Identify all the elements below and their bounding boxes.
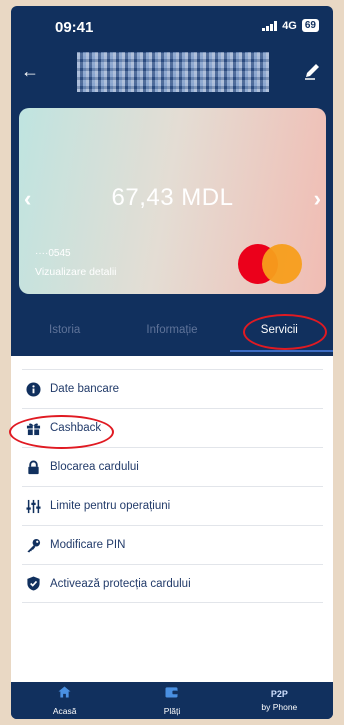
- status-time: 09:41: [55, 19, 94, 36]
- tab-informatie[interactable]: Informație: [118, 312, 225, 356]
- service-date-bancare[interactable]: Date bancare: [22, 369, 323, 408]
- service-label: Activează protecția cardului: [50, 577, 191, 590]
- nav-plati[interactable]: Plăți: [118, 682, 225, 719]
- nav-label: Acasă: [52, 706, 77, 716]
- services-list: Date bancare Cashback Blocarea cardului …: [11, 356, 333, 682]
- status-bar: 09:41 4G 69: [11, 6, 333, 46]
- lock-icon: [25, 459, 41, 475]
- service-label: Blocarea cardului: [50, 461, 139, 473]
- service-label: Modificare PIN: [50, 539, 126, 551]
- nav-acasa[interactable]: Acasă: [11, 682, 118, 719]
- signal-icon: [262, 20, 278, 31]
- bottom-nav: Acasă Plăți P2P by Phone: [11, 682, 333, 719]
- home-icon: [58, 685, 71, 703]
- card-details-link[interactable]: Vizualizare detalii: [35, 266, 117, 278]
- info-icon: [25, 381, 41, 397]
- service-label: Cashback: [50, 422, 102, 434]
- service-limite-operatiuni[interactable]: Limite pentru operațiuni: [22, 486, 323, 525]
- p2p-label: P2P: [270, 689, 288, 699]
- wallet-icon: [165, 685, 178, 703]
- nav-label: Plăți: [163, 706, 181, 716]
- gift-icon: [25, 420, 41, 436]
- tab-istoria[interactable]: Istoria: [11, 312, 118, 356]
- card-balance: 67,43 MDL: [111, 184, 234, 211]
- shield-check-icon: [25, 576, 41, 592]
- battery-icon: 69: [301, 19, 319, 32]
- service-protectia-cardului[interactable]: Activează protecția cardului: [22, 564, 323, 603]
- phone-screen: 09:41 4G 69 ← ‹ 67,43 MDL › ····0545 Viz…: [11, 6, 333, 719]
- service-label: Date bancare: [50, 383, 120, 395]
- card-number: ····0545: [35, 248, 71, 259]
- tab-servicii[interactable]: Servicii: [226, 312, 333, 356]
- service-cashback[interactable]: Cashback: [22, 408, 323, 447]
- service-modificare-pin[interactable]: Modificare PIN: [22, 525, 323, 564]
- service-blocarea-cardului[interactable]: Blocarea cardului: [22, 447, 323, 486]
- status-right: 4G 69: [262, 19, 319, 32]
- tab-bar: Istoria Informație Servicii: [11, 312, 333, 356]
- back-arrow-icon[interactable]: ←: [19, 60, 41, 82]
- mastercard-logo-icon: [238, 242, 308, 286]
- card-next-icon[interactable]: ›: [314, 186, 321, 212]
- header: ←: [11, 46, 333, 96]
- nav-p2p[interactable]: P2P by Phone: [226, 682, 333, 719]
- network-label: 4G: [282, 19, 297, 32]
- nav-label: by Phone: [261, 702, 298, 712]
- service-label: Limite pentru operațiuni: [50, 500, 171, 512]
- sliders-icon: [25, 498, 41, 514]
- edit-pencil-icon[interactable]: [301, 60, 323, 82]
- redacted-card-name: [77, 52, 269, 92]
- bank-card[interactable]: ‹ 67,43 MDL › ····0545 Vizualizare detal…: [19, 108, 326, 294]
- key-icon: [25, 537, 41, 553]
